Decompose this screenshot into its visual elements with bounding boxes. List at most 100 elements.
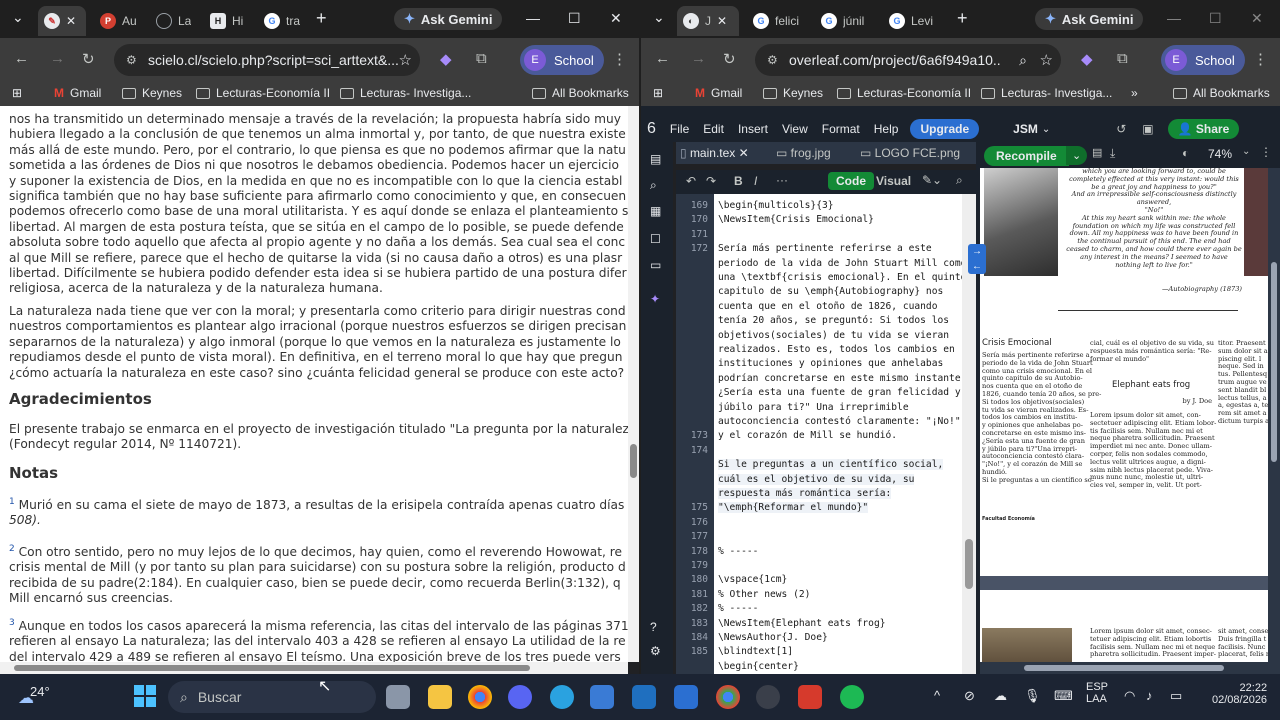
recompile-button[interactable]: Recompile bbox=[984, 146, 1069, 166]
task-view-icon[interactable] bbox=[386, 685, 410, 709]
bold-icon[interactable]: B bbox=[734, 174, 743, 188]
more-bookmarks-icon[interactable]: » bbox=[1131, 86, 1138, 100]
tab-close-icon[interactable]: ✕ bbox=[66, 14, 76, 28]
upgrade-button[interactable]: Upgrade bbox=[910, 119, 980, 139]
clock[interactable]: 22:22 02/08/2026 bbox=[1212, 682, 1267, 706]
code-line[interactable]: y el corazón de Mill se hundió. bbox=[718, 430, 897, 441]
tab-item[interactable]: P Au bbox=[94, 6, 144, 36]
reload-button[interactable]: ↻ bbox=[723, 50, 736, 68]
sync-arrows-button[interactable]: → ← bbox=[968, 244, 986, 274]
code-line[interactable]: autoconciencia contestó claramente: "¡No… bbox=[718, 416, 962, 427]
language-indicator[interactable]: ESP LAA bbox=[1086, 681, 1108, 705]
menu-format[interactable]: Format bbox=[822, 122, 860, 136]
site-info-icon[interactable]: ⚙ bbox=[767, 53, 778, 67]
scrollbar-thumb[interactable] bbox=[1271, 262, 1277, 462]
all-bookmarks[interactable]: All Bookmarks bbox=[1173, 86, 1270, 100]
code-line[interactable]: \begin{multicols}{3} bbox=[718, 200, 834, 211]
bookmark-lecturas-investiga[interactable]: Lecturas- Investiga... bbox=[981, 86, 1112, 100]
download-icon[interactable]: ⤓ bbox=[1110, 146, 1115, 161]
scrollbar-thumb[interactable] bbox=[1024, 665, 1224, 671]
chat-icon[interactable]: ▭ bbox=[650, 258, 661, 272]
spotify-icon[interactable] bbox=[840, 685, 864, 709]
code-line[interactable]: respuesta más romántica sería: bbox=[718, 488, 892, 499]
reload-button[interactable]: ↻ bbox=[82, 50, 95, 68]
bookmark-keynes[interactable]: Keynes bbox=[763, 86, 823, 100]
scrollbar-thumb[interactable] bbox=[965, 539, 973, 589]
code-line[interactable]: % Other news (2) bbox=[718, 589, 810, 600]
pdf-reader-icon[interactable] bbox=[798, 685, 822, 709]
ask-gemini-button[interactable]: ✦ Ask Gemini bbox=[394, 8, 503, 30]
scrollbar-thumb[interactable] bbox=[14, 665, 530, 671]
back-button[interactable]: ← bbox=[14, 50, 29, 67]
minimize-button[interactable]: — bbox=[526, 10, 540, 26]
code-line[interactable]: cuál es el objetivo de su vida, su bbox=[718, 473, 915, 485]
tray-app-icon[interactable]: ⊘ bbox=[964, 688, 975, 704]
address-bar[interactable]: ⚙ scielo.cl/scielo.php?script=sci_arttex… bbox=[114, 44, 420, 76]
overleaf-logo-icon[interactable]: 6 bbox=[647, 120, 656, 138]
photos-icon[interactable] bbox=[632, 685, 656, 709]
tab-item[interactable]: H Hi bbox=[204, 6, 252, 36]
pdf-preview[interactable]: which you are looking forward to, could … bbox=[980, 168, 1268, 662]
code-line[interactable]: tenía 20 años, se preguntó: Si todos los bbox=[718, 315, 949, 326]
tab-logo-png[interactable]: ▭ LOGO FCE.png bbox=[860, 146, 960, 160]
recompile-options-icon[interactable]: ⌄ bbox=[1066, 146, 1088, 165]
bookmark-lecturas-economia[interactable]: Lecturas-Economía II bbox=[196, 86, 330, 100]
file-tree-icon[interactable]: ▤ bbox=[650, 152, 661, 166]
close-window-button[interactable]: ✕ bbox=[610, 10, 622, 27]
bookmark-lecturas-investiga[interactable]: Lecturas- Investiga... bbox=[340, 86, 471, 100]
onedrive-icon[interactable]: ☁ bbox=[994, 688, 1007, 704]
chrome-icon[interactable] bbox=[468, 685, 492, 709]
close-window-button[interactable]: ✕ bbox=[1251, 10, 1263, 27]
code-line[interactable]: júbilo para ti?" Una irreprimible bbox=[718, 402, 909, 413]
share-button[interactable]: 👤 Share bbox=[1167, 119, 1240, 139]
site-info-icon[interactable]: ⚙ bbox=[126, 53, 137, 67]
scrollbar-thumb[interactable] bbox=[630, 444, 637, 478]
note-number-link[interactable]: 3 bbox=[9, 618, 15, 628]
edge-icon[interactable] bbox=[550, 685, 574, 709]
code-line[interactable]: una \textbf{crisis emocional}. En el qui… bbox=[718, 272, 962, 283]
code-mode-button[interactable]: Code bbox=[828, 172, 874, 190]
contrast-icon[interactable]: ◐ bbox=[1182, 146, 1189, 160]
apps-grid-icon[interactable]: ⊞ bbox=[12, 86, 22, 100]
tab-active[interactable]: ✎ ✕ bbox=[38, 6, 86, 36]
menu-help[interactable]: Help bbox=[874, 122, 899, 136]
history-icon[interactable]: ↺ bbox=[1116, 122, 1126, 136]
address-bar[interactable]: ⚙ overleaf.com/project/6a6f949a10... ⌕ ☆ bbox=[755, 44, 1061, 76]
app-icon[interactable] bbox=[756, 685, 780, 709]
tab-search-icon[interactable]: ⌄ bbox=[653, 9, 665, 26]
integrations-icon[interactable]: ▦ bbox=[650, 204, 661, 218]
bookmark-star-icon[interactable]: ☆ bbox=[1040, 51, 1053, 69]
more-icon[interactable]: ··· bbox=[776, 173, 788, 187]
bookmark-keynes[interactable]: Keynes bbox=[122, 86, 182, 100]
help-icon[interactable]: ? bbox=[650, 620, 657, 634]
all-bookmarks[interactable]: All Bookmarks bbox=[532, 86, 629, 100]
extension-icon[interactable]: ◆ bbox=[1081, 50, 1093, 68]
menu-edit[interactable]: Edit bbox=[703, 122, 724, 136]
settings-icon[interactable]: ⚙ bbox=[650, 644, 661, 658]
menu-file[interactable]: File bbox=[670, 122, 689, 136]
code-line[interactable]: Sería más pertinente referirse a este bbox=[718, 243, 932, 254]
code-line[interactable]: objetivos(sociales) de tu vida se vieran bbox=[718, 330, 949, 341]
extensions-puzzle-icon[interactable]: ⧉ bbox=[1117, 50, 1128, 67]
chrome-profile-icon[interactable] bbox=[716, 685, 740, 709]
weather-icon[interactable]: ☁ bbox=[18, 688, 34, 708]
code-line[interactable]: periodo de la vida de John Stuart Mill c… bbox=[718, 258, 962, 269]
volume-icon[interactable]: ♪ bbox=[1146, 688, 1153, 703]
battery-icon[interactable]: ▭ bbox=[1170, 688, 1182, 704]
tab-item[interactable]: G Levi bbox=[883, 6, 943, 36]
menu-icon[interactable]: ⋮ bbox=[1253, 50, 1268, 68]
logs-icon[interactable]: ▤ bbox=[1092, 146, 1102, 159]
visual-mode-button[interactable]: Visual bbox=[872, 172, 915, 190]
ask-gemini-button[interactable]: ✦ Ask Gemini bbox=[1035, 8, 1144, 30]
code-line[interactable]: \vspace{1cm} bbox=[718, 574, 787, 585]
tab-active[interactable]: ◐ J ✕ bbox=[677, 6, 739, 36]
close-icon[interactable]: ✕ bbox=[739, 146, 749, 160]
zoom-level[interactable]: 74% bbox=[1208, 147, 1232, 161]
pdf-hscrollbar[interactable] bbox=[980, 662, 1280, 674]
code-line[interactable]: instituciones y opiniones que anhelabas bbox=[718, 358, 943, 369]
project-name[interactable]: JSM bbox=[1013, 122, 1038, 136]
code-line[interactable]: \NewsItem{Crisis Emocional} bbox=[718, 214, 874, 225]
bookmark-gmail[interactable]: M Gmail bbox=[54, 86, 101, 100]
code-line[interactable]: "\emph{Reformar el mundo}" bbox=[718, 502, 869, 514]
pdf-scrollbar[interactable] bbox=[1268, 168, 1280, 662]
